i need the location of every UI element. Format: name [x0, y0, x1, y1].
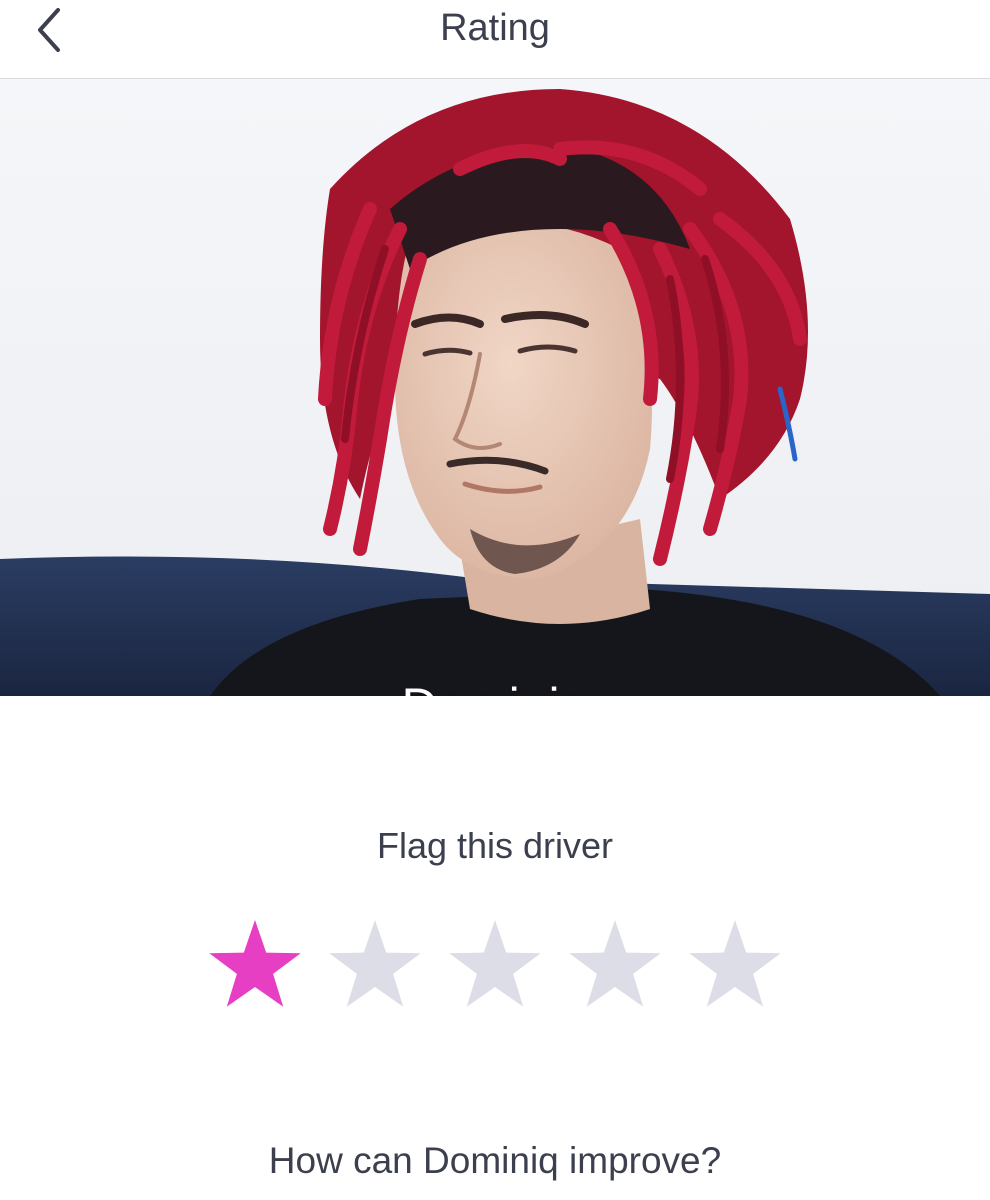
flag-driver-label: Flag this driver	[376, 825, 614, 866]
star-icon	[569, 920, 661, 1007]
rating-screen: Rating Flag this driver How can Dominiq …	[0, 0, 990, 1200]
page-title: Rating	[440, 7, 550, 49]
driver-name: Dominiq	[0, 677, 990, 696]
nav-header: Rating	[0, 0, 990, 79]
driver-portrait-image	[0, 79, 990, 696]
star-1-button[interactable]	[205, 916, 305, 1016]
star-rating	[0, 916, 990, 1016]
star-icon	[329, 920, 421, 1007]
star-2-button[interactable]	[325, 916, 425, 1016]
star-4-button[interactable]	[565, 916, 665, 1016]
improve-prompt: How can Dominiq improve?	[268, 1140, 722, 1181]
star-icon	[209, 920, 301, 1007]
driver-photo: Dominiq	[0, 79, 990, 696]
star-3-button[interactable]	[445, 916, 545, 1016]
star-icon	[689, 920, 781, 1007]
star-icon	[449, 920, 541, 1007]
star-5-button[interactable]	[685, 916, 785, 1016]
